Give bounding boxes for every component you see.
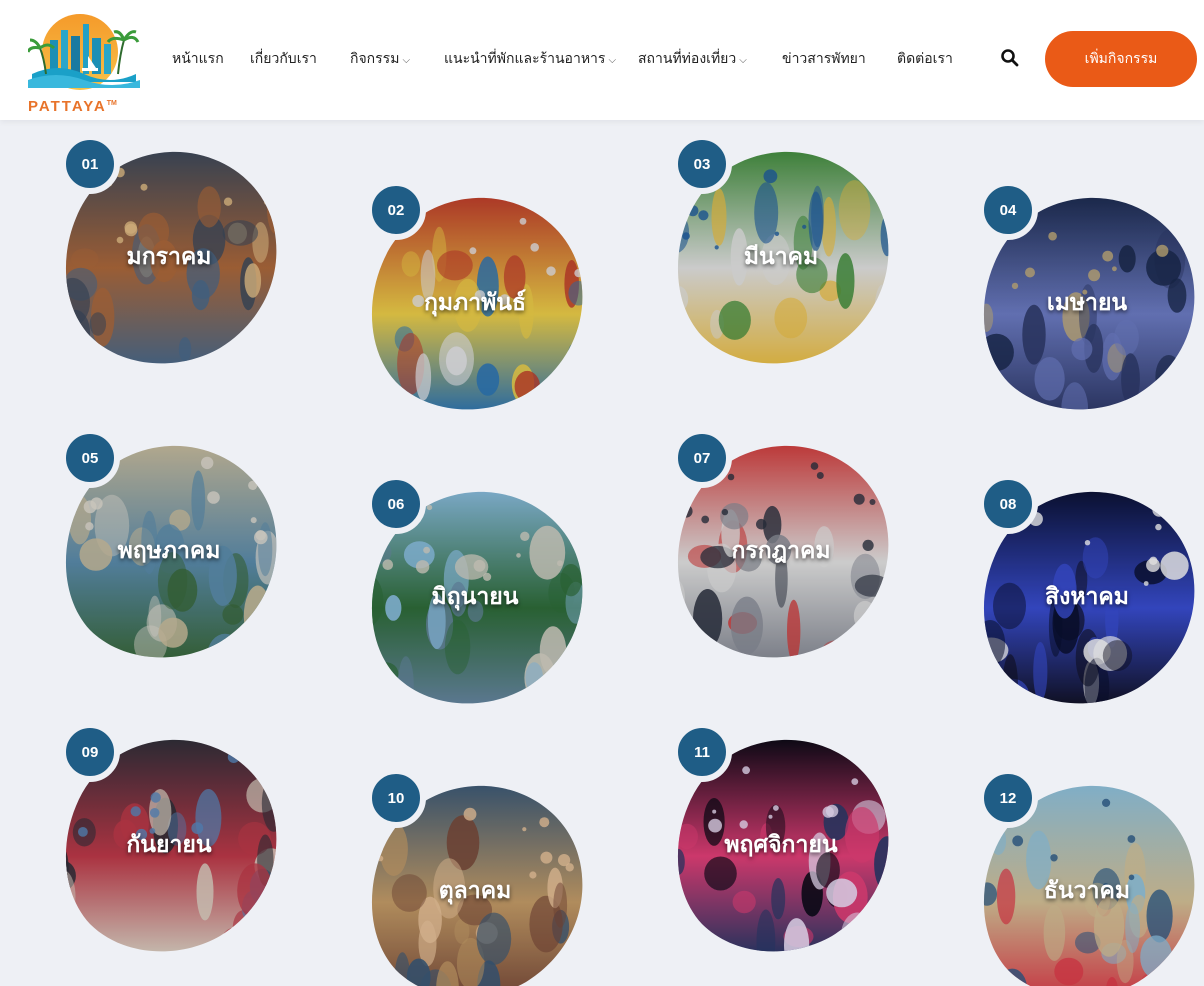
month-number-badge: 04 [978,180,1038,240]
month-number-badge: 03 [672,134,732,194]
nav-contact[interactable]: ติดต่อเรา [897,48,953,70]
nav-home[interactable]: หน้าแรก [172,48,224,70]
chevron-down-icon: ⌵ [608,55,617,66]
nav-accommodation-dining[interactable]: แนะนำที่พักและร้านอาหาร ⌵ [444,48,616,70]
month-number-badge: 09 [60,722,120,782]
month-number-badge: 12 [978,768,1038,828]
month-number-badge: 11 [672,722,732,782]
month-number-badge: 08 [978,474,1038,534]
search-icon[interactable] [1000,48,1020,68]
month-number-badge: 06 [366,474,426,534]
chevron-down-icon: ⌵ [402,55,411,66]
pattaya-logo[interactable]: PATTAYATM [26,10,140,115]
month-number-badge: 02 [366,180,426,240]
nav-news[interactable]: ข่าวสารพัทยา [782,48,866,70]
month-number-badge: 05 [60,428,120,488]
month-number-badge: 10 [366,768,426,828]
month-number-badge: 07 [672,428,732,488]
chevron-down-icon: ⌵ [739,55,747,66]
nav-about[interactable]: เกี่ยวกับเรา [250,48,317,70]
site-header: PATTAYATM หน้าแรก เกี่ยวกับเรา กิจกรรม ⌵ … [0,0,1204,120]
month-number-badge: 01 [60,134,120,194]
logo-wordmark: PATTAYATM [28,98,117,115]
nav-attractions[interactable]: สถานที่ท่องเที่ยว ⌵ [638,48,747,70]
nav-activities[interactable]: กิจกรรม ⌵ [350,48,410,70]
pattaya-logo-icon [26,14,140,90]
add-activity-button[interactable]: เพิ่มกิจกรรม [1045,31,1197,87]
